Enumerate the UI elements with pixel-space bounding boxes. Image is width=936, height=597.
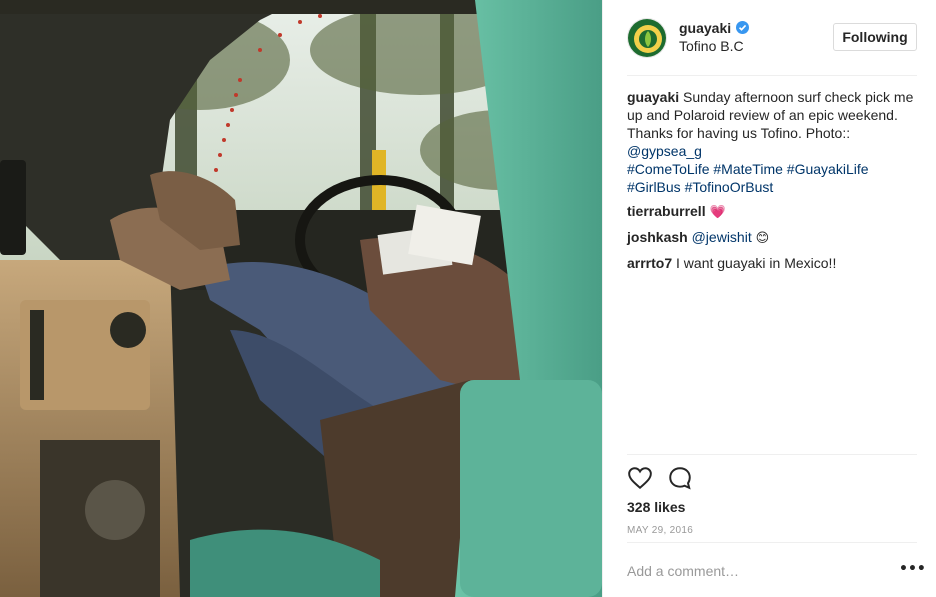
like-count[interactable]: 328 likes [627,499,685,515]
caption-username[interactable]: guayaki [627,89,679,105]
caption-mention[interactable]: @gypsea_g [627,143,702,159]
following-button[interactable]: Following [833,23,917,51]
comment-text: I want guayaki in Mexico!! [676,255,837,271]
van-interior-image [0,0,602,597]
comment-username[interactable]: joshkash [627,229,688,245]
comment-item: tierraburrell 💗 [627,202,917,222]
hashtag[interactable]: #GirlBus [627,179,681,195]
ellipsis-icon[interactable]: ••• [899,562,926,581]
heart-icon[interactable] [627,465,653,491]
hashtag[interactable]: #GuayakiLife [787,161,869,177]
add-comment-bar: ••• [627,542,926,597]
verified-badge-icon [736,21,749,34]
comment-mention[interactable]: @jewishit [692,229,752,245]
hashtag[interactable]: #MateTime [713,161,783,177]
post-photo[interactable] [0,0,602,597]
caption: guayaki Sunday afternoon surf check pick… [627,88,917,196]
post-location[interactable]: Tofino B.C [679,38,744,54]
hashtag[interactable]: #TofinoOrBust [685,179,774,195]
speech-bubble-icon[interactable] [667,465,693,491]
comment-input[interactable] [627,559,877,583]
comment-item: joshkash @jewishit 😊 [627,228,917,248]
guayaki-logo-icon [628,19,666,57]
post-date[interactable]: MAY 29, 2016 [627,525,693,536]
post-username[interactable]: guayaki [679,20,731,36]
post-actions: 328 likes MAY 29, 2016 [627,454,917,542]
post-side-panel: guayaki Tofino B.C Following guayaki Sun… [602,0,936,597]
smile-emoji-icon: 😊 [755,231,770,246]
comment-item: arrrto7 I want guayaki in Mexico!! [627,254,917,272]
comment-username[interactable]: tierraburrell [627,203,706,219]
post-header: guayaki Tofino B.C Following [627,18,917,76]
heart-emoji-icon: 💗 [709,205,726,220]
comment-username[interactable]: arrrto7 [627,255,672,271]
comment-list: guayaki Sunday afternoon surf check pick… [627,88,917,278]
avatar[interactable] [627,18,667,58]
hashtag[interactable]: #ComeToLife [627,161,710,177]
